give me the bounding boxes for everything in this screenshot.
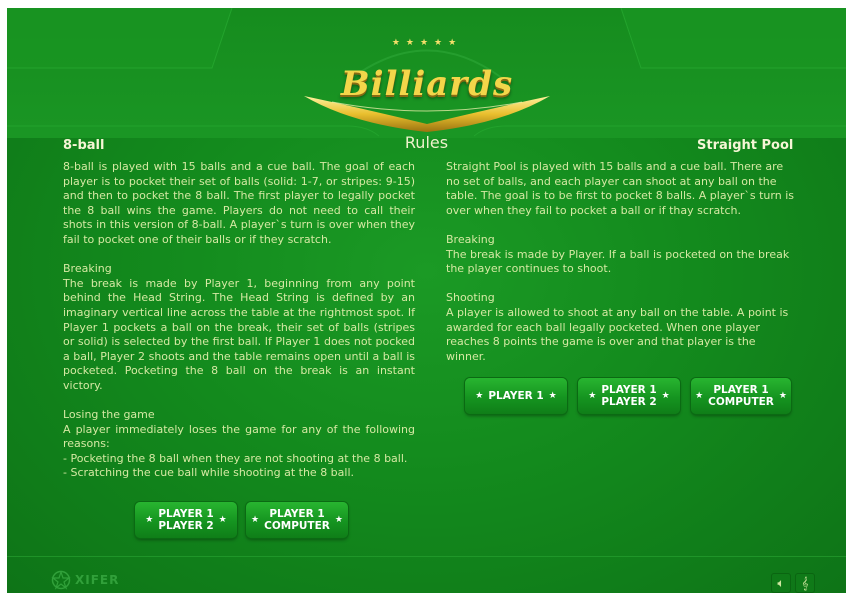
- straight-pool-breaking: Breaking The break is made by Player. If…: [446, 233, 798, 277]
- billiards-logo: ★★★★★ Billiards: [292, 28, 562, 138]
- sound-toggle-button[interactable]: 🔈︎: [772, 574, 790, 592]
- star-icon: ★: [145, 515, 154, 525]
- logo-title: Billiards: [340, 64, 514, 104]
- rules-8-ball: 8-ball is played with 15 balls and a cue…: [63, 160, 415, 496]
- straight-pool-breaking-title: Breaking: [446, 232, 495, 246]
- rules-straight-pool: Straight Pool is played with 15 balls an…: [446, 160, 798, 379]
- xifer-star-icon: [51, 570, 71, 590]
- star-icon: ★: [218, 515, 227, 525]
- xifer-brand-text: XIFER: [75, 573, 120, 587]
- button-label: PLAYER 1 PLAYER 2: [158, 508, 214, 532]
- star-icon: ★: [695, 391, 704, 401]
- star-icon: ★: [778, 391, 787, 401]
- 8-ball-player1-vs-player2-button[interactable]: ★ PLAYER 1 PLAYER 2 ★: [135, 502, 237, 538]
- heading-8-ball: 8-ball: [63, 138, 105, 153]
- button-label: PLAYER 1 COMPUTER: [708, 384, 774, 408]
- 8-ball-intro: 8-ball is played with 15 balls and a cue…: [63, 160, 415, 246]
- 8-ball-breaking-text: The break is made by Player 1, beginning…: [63, 276, 415, 392]
- straight-pool-shooting: Shooting A player is allowed to shoot at…: [446, 291, 798, 364]
- music-note-icon: 𝄞: [801, 576, 809, 590]
- star-icon: ★: [661, 391, 670, 401]
- 8-ball-losing-text: A player immediately loses the game for …: [63, 422, 415, 451]
- list-item: - Scratching the cue ball while shooting…: [63, 466, 355, 480]
- music-toggle-button[interactable]: 𝄞: [796, 574, 814, 592]
- logo-stars-icon: ★★★★★: [391, 38, 463, 48]
- 8-ball-losing: Losing the game A player immediately los…: [63, 408, 415, 481]
- straight-pool-player1-button[interactable]: ★ PLAYER 1 ★: [465, 378, 567, 414]
- star-icon: ★: [475, 391, 484, 401]
- straight-pool-player1-vs-player2-button[interactable]: ★ PLAYER 1 PLAYER 2 ★: [578, 378, 680, 414]
- button-label: PLAYER 1 PLAYER 2: [601, 384, 657, 408]
- straight-pool-player1-vs-computer-button[interactable]: ★ PLAYER 1 COMPUTER ★: [691, 378, 791, 414]
- heading-straight-pool: Straight Pool: [697, 138, 794, 153]
- star-icon: ★: [588, 391, 597, 401]
- star-icon: ★: [548, 391, 557, 401]
- star-icon: ★: [251, 515, 260, 525]
- 8-ball-losing-title: Losing the game: [63, 408, 155, 422]
- 8-ball-breaking-title: Breaking: [63, 262, 112, 276]
- 8-ball-player1-vs-computer-button[interactable]: ★ PLAYER 1 COMPUTER ★: [246, 502, 348, 538]
- button-label: PLAYER 1 COMPUTER: [264, 508, 330, 532]
- 8-ball-breaking: Breaking The break is made by Player 1, …: [63, 262, 415, 393]
- star-icon: ★: [334, 515, 343, 525]
- straight-pool-shooting-title: Shooting: [446, 291, 495, 305]
- button-label: PLAYER 1: [488, 390, 544, 402]
- list-item: - Pocketing the 8 ball when they are not…: [63, 451, 408, 465]
- speaker-icon: 🔈︎: [777, 576, 785, 590]
- xifer-logo: XIFER: [51, 570, 141, 590]
- straight-pool-breaking-text: The break is made by Player. If a ball i…: [446, 247, 790, 276]
- game-screen: ★★★★★ Billiards Rules 8-ball Straight Po…: [7, 8, 846, 593]
- straight-pool-intro: Straight Pool is played with 15 balls an…: [446, 160, 794, 217]
- footer-divider: [7, 556, 846, 557]
- straight-pool-shooting-text: A player is allowed to shoot at any ball…: [446, 305, 789, 363]
